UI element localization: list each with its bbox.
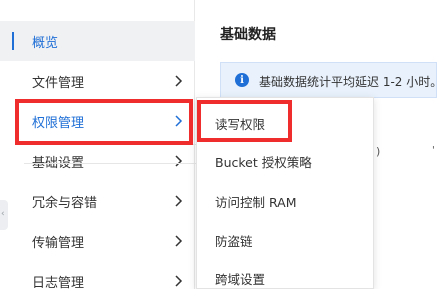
submenu-item-label: 访问控制 RAM: [215, 195, 297, 210]
submenu-item-label: 跨域设置: [215, 272, 266, 287]
info-banner: i 基础数据统计平均延迟 1-2 小时。: [220, 62, 437, 98]
submenu-item-label: Bucket 授权策略: [215, 155, 312, 170]
submenu-item-label: 防盗链: [215, 234, 253, 249]
active-indicator: [12, 32, 14, 50]
table-header-fragment: ): [376, 145, 381, 158]
chevron-left-icon: ‹: [1, 209, 5, 219]
sidebar-item-overview[interactable]: 概览: [0, 21, 195, 61]
submenu-item-read-write-permission[interactable]: 读写权限: [197, 103, 375, 141]
permission-submenu: 读写权限 Bucket 授权策略 访问控制 RAM 防盗链 跨域设置: [196, 97, 374, 289]
page-title: 基础数据: [220, 27, 276, 43]
info-banner-text: 基础数据统计平均延迟 1-2 小时。: [259, 75, 437, 89]
sidebar-item-label: 基础设置: [32, 155, 85, 171]
sidebar-item-permission-management[interactable]: 权限管理: [0, 101, 195, 141]
chevron-right-icon: [175, 195, 183, 207]
sidebar-item-label: 冗余与容错: [32, 195, 98, 211]
sidebar-item-label: 文件管理: [32, 75, 85, 91]
chevron-right-icon: [175, 115, 183, 127]
chevron-right-icon: [175, 275, 183, 287]
info-icon: i: [235, 73, 249, 87]
sidebar-item-label: 传输管理: [32, 235, 85, 251]
sidebar-collapse-handle[interactable]: ‹: [0, 200, 8, 230]
chevron-right-icon: [175, 235, 183, 247]
submenu-item-bucket-policy[interactable]: Bucket 授权策略: [197, 141, 375, 179]
chevron-right-icon: [175, 155, 183, 167]
sidebar-item-label: 日志管理: [32, 275, 85, 289]
submenu-item-hotlink-protection[interactable]: 防盗链: [197, 220, 375, 258]
sidebar-item-redundancy[interactable]: 冗余与容错: [0, 181, 195, 221]
sidebar-item-label: 概览: [32, 35, 59, 51]
sidebar-item-basic-settings[interactable]: 基础设置: [0, 141, 195, 181]
sidebar-item-label: 权限管理: [32, 115, 85, 131]
chevron-right-icon: [175, 75, 183, 87]
submenu-item-cors-settings[interactable]: 跨域设置: [197, 258, 375, 289]
submenu-item-label: 读写权限: [215, 117, 266, 132]
sidebar-item-log-management[interactable]: 日志管理: [0, 261, 195, 289]
table-header-fragment: ': [432, 145, 435, 156]
sidebar-item-file-management[interactable]: 文件管理: [0, 61, 195, 101]
submenu-item-access-control-ram[interactable]: 访问控制 RAM: [197, 181, 375, 219]
sidebar-item-transfer-management[interactable]: 传输管理: [0, 221, 195, 261]
